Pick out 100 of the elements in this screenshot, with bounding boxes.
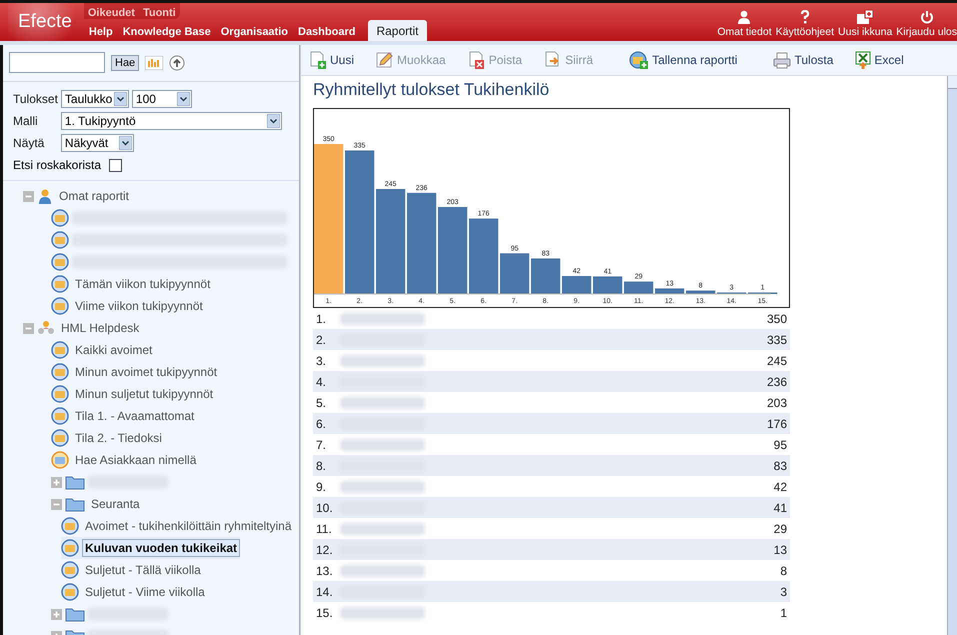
filter-label: Malli (13, 114, 39, 128)
tree-row[interactable]: Suljetut - Tällä viikolla (61, 559, 204, 581)
bar (500, 253, 530, 294)
report-icon (51, 209, 69, 227)
tree-row[interactable]: Kuluvan vuoden tukikeikat (61, 537, 240, 559)
nav-tab[interactable]: Raportit (368, 20, 426, 41)
dropdown[interactable]: 100 (132, 90, 192, 108)
nav-tab[interactable]: Dashboard (293, 23, 360, 41)
report-icon (61, 517, 79, 535)
header-action[interactable]: Omat tiedot (717, 10, 772, 38)
tree-item[interactable]: Tila 2. - Tiedoksi (72, 429, 165, 447)
collapse-icon[interactable] (23, 190, 34, 202)
tree-item[interactable]: Kaikki avoimet (72, 341, 156, 359)
tree-row[interactable]: Minun avoimet tukipyynnöt (51, 361, 220, 383)
action-label: Uusi ikkuna (838, 26, 892, 38)
tree-row[interactable]: Tila 2. - Tiedoksi (51, 427, 165, 449)
collapse-icon[interactable] (23, 322, 34, 334)
count-cell-text: 350 (766, 312, 788, 326)
report-icon (51, 275, 69, 293)
toolbar-button[interactable]: Excel (855, 51, 904, 69)
tree-item[interactable]: Omat raportit (56, 187, 132, 205)
rank-cell-text: 4. (315, 374, 328, 388)
dropdown[interactable]: Näkyvät (60, 134, 134, 152)
rank-cell-text: 8. (315, 458, 328, 472)
checkbox[interactable] (109, 158, 122, 172)
rank-cell-text: 1. (315, 312, 328, 326)
dropdown[interactable]: 1. Tukipyyntö (60, 112, 282, 130)
tree-item[interactable]: Hae Asiakkaan nimellä (72, 451, 200, 469)
rank-cell-text: 14. (315, 584, 334, 598)
tree-item[interactable]: Viime viikon tukipyynnöt (72, 297, 206, 315)
person-icon (37, 188, 53, 204)
tree-row[interactable]: Omat raportit (23, 185, 132, 207)
tree-row[interactable]: Seuranta (51, 493, 143, 515)
count-cell-text: 29 (774, 522, 788, 536)
expand-icon[interactable] (51, 608, 62, 620)
tree-item[interactable]: Minun avoimet tukipyynnöt (72, 363, 220, 381)
report-icon (51, 363, 69, 381)
bar (562, 276, 592, 294)
nav-tab[interactable]: Knowledge Base (118, 23, 216, 41)
tree-row[interactable]: Minun suljetut tukipyynnöt (51, 383, 216, 405)
tree-row[interactable]: Kaikki avoimet (51, 339, 156, 361)
tree-row[interactable]: Hae Asiakkaan nimellä (51, 449, 200, 471)
count-cell-text: 13 (774, 542, 788, 556)
nav-tab[interactable]: Help (84, 23, 118, 41)
toolbar-button[interactable]: Tallenna raportti (629, 51, 738, 69)
count-cell-text: 176 (766, 416, 788, 430)
spreadsheet-icon (855, 51, 872, 69)
tree-row[interactable]: Viime viikon tukipyynnöt (51, 295, 206, 317)
rank-cell-text: 3. (315, 354, 328, 368)
tree-item[interactable]: Avoimet - tukihenkilöittäin ryhmiteltyinä (82, 517, 295, 535)
tree-item[interactable]: Seuranta (88, 495, 143, 513)
tree-row[interactable] (51, 207, 287, 229)
top-link[interactable]: Oikeudet (88, 7, 135, 19)
count-cell-text: 42 (774, 480, 788, 494)
new-window-icon (857, 10, 874, 24)
tree-row[interactable] (51, 251, 287, 273)
header-action[interactable]: Kirjaudu ulos (896, 10, 957, 38)
bar (655, 288, 684, 294)
top-link[interactable]: Tuonti (142, 7, 176, 19)
tree-row[interactable]: Tämän viikon tukipyynnöt (51, 273, 214, 295)
count-cell-text: 203 (766, 396, 788, 410)
toolbar-button[interactable]: Tulosta (773, 51, 834, 69)
dropdown-arrow-icon (118, 136, 132, 150)
header-action[interactable]: Käyttöohjeet (776, 10, 834, 38)
tree-item[interactable]: Suljetut - Tällä viikolla (82, 561, 204, 579)
tree-item[interactable]: Kuluvan vuoden tukikeikat (82, 539, 240, 557)
header-action[interactable]: Uusi ikkuna (838, 10, 892, 38)
filter-label: Tulokset (13, 92, 58, 106)
tree-row[interactable]: HML Helpdesk (23, 317, 142, 339)
rank-cell-text: 11. (315, 522, 333, 536)
expand-icon[interactable] (51, 476, 62, 488)
rank-cell-text: 10. (315, 500, 334, 514)
tree-row[interactable]: Suljetut - Viime viikolla (61, 581, 208, 603)
scrollbar[interactable] (947, 76, 957, 635)
count-cell-text: 236 (766, 374, 788, 388)
count-cell-text: 335 (766, 332, 788, 346)
rank-cell-text: 2. (315, 332, 328, 346)
collapse-icon[interactable] (51, 498, 62, 510)
tree-item[interactable]: HML Helpdesk (58, 319, 142, 337)
tree-row[interactable]: Tila 1. - Avaamattomat (51, 405, 198, 427)
count-cell-text: 41 (774, 500, 788, 514)
search-field[interactable] (9, 52, 105, 73)
bar (686, 290, 716, 294)
edit-icon (376, 51, 394, 69)
tree-item[interactable]: Suljetut - Viime viikolla (82, 583, 208, 601)
count-cell-text: 3 (780, 584, 788, 598)
rank-cell-text: 9. (315, 480, 328, 494)
tree-row[interactable]: Avoimet - tukihenkilöittäin ryhmiteltyinä (61, 515, 295, 537)
nav-tab[interactable]: Organisaatio (216, 23, 293, 41)
toolbar-button[interactable]: Uusi (309, 51, 354, 69)
tree-item[interactable]: Tämän viikon tukipyynnöt (72, 275, 214, 293)
report-icon (51, 407, 69, 425)
tree-row[interactable] (51, 229, 287, 251)
dropdown[interactable]: Taulukko (60, 90, 129, 108)
chart-icon[interactable] (145, 56, 164, 70)
printer-icon (773, 51, 792, 69)
tree-item[interactable]: Minun suljetut tukipyynnöt (72, 385, 216, 403)
tree-item[interactable]: Tila 1. - Avaamattomat (72, 407, 198, 425)
report-icon (51, 231, 69, 249)
search-button[interactable]: Hae (111, 54, 140, 70)
